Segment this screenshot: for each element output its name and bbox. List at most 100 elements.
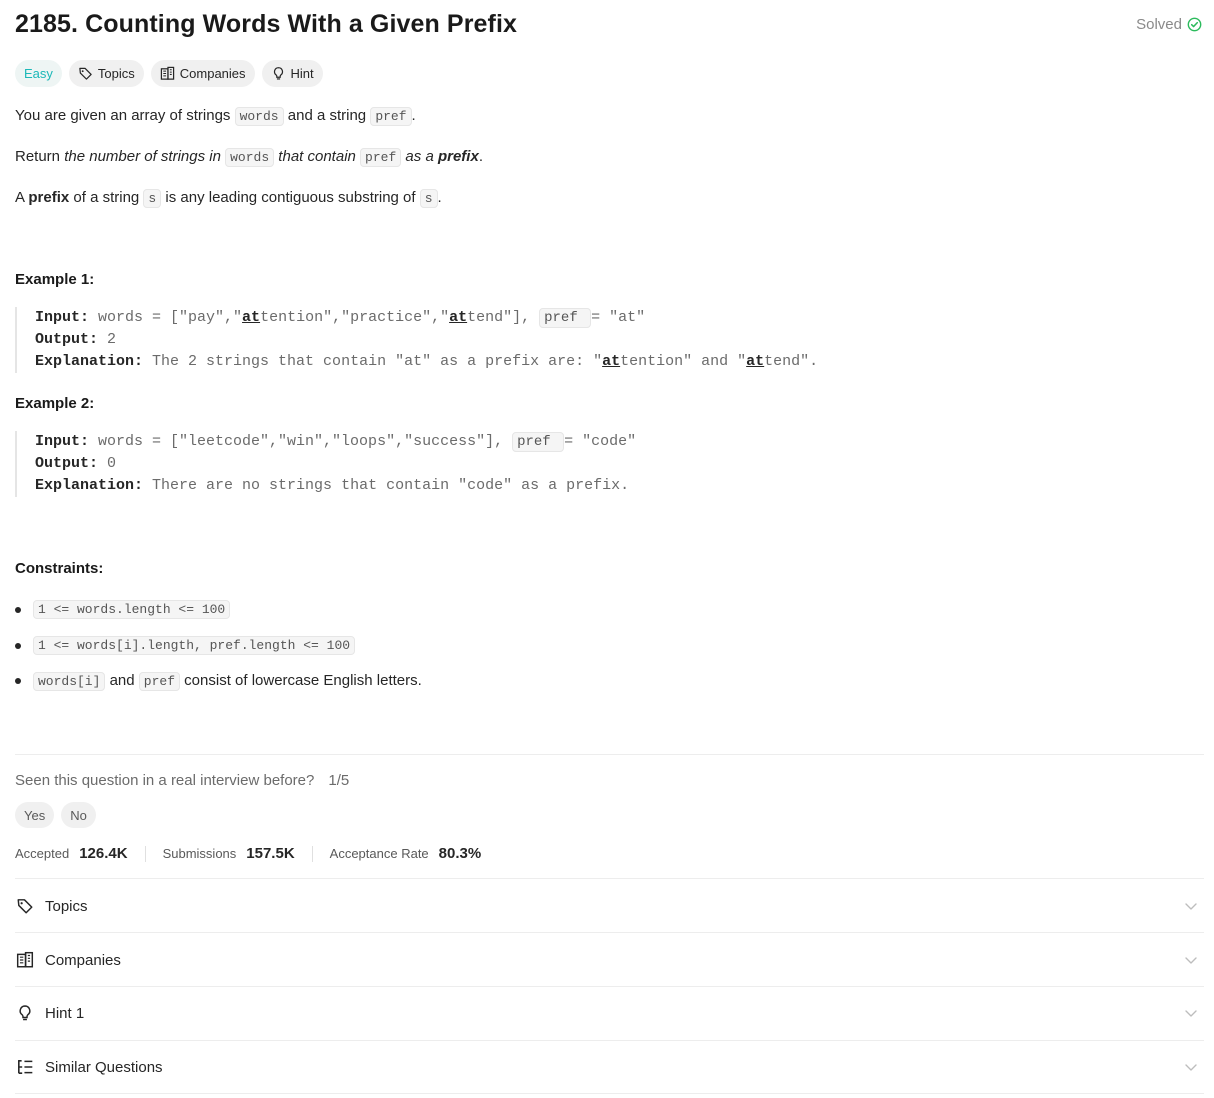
accordion-hint-1-label: Hint 1 <box>45 1004 85 1022</box>
interview-question-text: Seen this question in a real interview b… <box>15 772 315 789</box>
accordion-companies[interactable]: Companies <box>15 934 1204 986</box>
text: as a <box>401 148 438 165</box>
lightbulb-icon <box>273 67 283 80</box>
inline-code: pref <box>539 308 592 328</box>
text: at <box>242 309 261 326</box>
text: words = ["pay"," <box>89 309 243 326</box>
description-paragraph-3: A prefix of a string s is any leading co… <box>15 189 442 208</box>
text: the number of strings in <box>64 148 226 165</box>
description-paragraph-1: You are given an array of strings words … <box>15 107 416 126</box>
label: Explanation: <box>35 477 144 494</box>
constraints-heading: Constraints: <box>15 560 104 577</box>
inline-code: words <box>225 148 275 167</box>
yes-button[interactable]: Yes <box>15 802 55 828</box>
divider <box>15 1093 1204 1094</box>
inline-code: s <box>143 189 162 208</box>
constraint-item: 1 <= words.length <= 100 <box>15 600 231 619</box>
example-1-output: Output: 2 <box>35 329 818 351</box>
text: prefix <box>28 189 70 206</box>
text: You are given an array of strings <box>15 107 235 124</box>
example-1-block: Input: words = ["pay","attention","pract… <box>15 307 818 373</box>
bullet <box>15 642 21 649</box>
constraint-text: words[i] and pref consist of lowercase E… <box>33 672 422 691</box>
accordion-topics[interactable]: Topics <box>15 880 1204 932</box>
tag-row: Easy Topics Companies Hint <box>15 60 323 87</box>
text: 0 <box>98 455 117 472</box>
tag-icon <box>15 896 35 916</box>
label: Input: <box>35 433 90 450</box>
interview-question: Seen this question in a real interview b… <box>15 772 349 789</box>
topics-tag-label: Topics <box>97 66 135 81</box>
chevron-down-icon <box>1185 903 1197 910</box>
label: Explanation: <box>35 353 144 370</box>
example-1-input: Input: words = ["pay","attention","pract… <box>35 307 818 329</box>
text: tend". <box>764 353 819 370</box>
text: A <box>15 189 29 206</box>
accordion-similar-questions-label: Similar Questions <box>45 1058 163 1076</box>
stats-separator <box>144 845 146 862</box>
inline-code: pref <box>360 148 402 167</box>
label: Input: <box>35 309 90 326</box>
text: and a string <box>283 107 371 124</box>
text: . <box>411 107 416 124</box>
text: is any leading contiguous substring of <box>161 189 420 206</box>
text: 2 <box>98 331 117 348</box>
problem-title: 2185. Counting Words With a Given Prefix <box>15 10 518 38</box>
text: The 2 strings that contain "at" as a pre… <box>143 353 603 370</box>
accepted-value: 126.4K <box>79 845 128 862</box>
interview-answer-buttons: Yes No <box>15 802 96 828</box>
hint-tag-label: Hint <box>290 66 314 81</box>
inline-code: pref <box>512 432 565 452</box>
text: of a string <box>69 189 144 206</box>
stats-separator <box>311 845 313 862</box>
chevron-down-icon <box>1185 1010 1197 1017</box>
text: consist of lowercase English letters. <box>180 672 422 689</box>
constraint-item: 1 <= words[i].length, pref.length <= 100 <box>15 636 356 655</box>
stats-row: Accepted 126.4K Submissions 157.5K Accep… <box>15 845 481 862</box>
topics-tag-button[interactable]: Topics <box>68 60 144 87</box>
example-2-output: Output: 0 <box>35 453 636 475</box>
building-icon <box>15 950 35 970</box>
companies-tag-label: Companies <box>179 66 246 81</box>
bullet <box>15 606 21 613</box>
example-2-heading: Example 2: <box>15 395 95 412</box>
inline-code: 1 <= words[i].length, pref.length <= 100 <box>33 636 356 655</box>
text: tention","practice"," <box>260 309 450 326</box>
text: There are no strings that contain "code"… <box>143 477 630 494</box>
submissions-value: 157.5K <box>246 845 295 862</box>
text: = "at" <box>591 309 646 326</box>
inline-code: pref <box>138 672 181 691</box>
text: Return <box>15 148 65 165</box>
inline-code: words[i] <box>33 672 106 691</box>
interview-ratio: 1/5 <box>328 772 350 789</box>
solved-label: Solved <box>1136 16 1182 33</box>
accepted-label: Accepted <box>15 846 70 861</box>
chevron-down-icon <box>1185 1064 1197 1071</box>
text: and <box>105 672 139 689</box>
accordion-similar-questions[interactable]: Similar Questions <box>15 1041 1204 1093</box>
no-button[interactable]: No <box>61 802 96 828</box>
example-1-explanation: Explanation: The 2 strings that contain … <box>35 351 818 373</box>
inline-code: s <box>419 189 438 208</box>
divider <box>15 878 1204 879</box>
lightbulb-icon <box>15 1003 35 1023</box>
bullet <box>15 677 21 684</box>
inline-code: pref <box>370 107 412 126</box>
tag-icon <box>79 67 92 80</box>
text: prefix <box>437 148 479 165</box>
text: words = ["leetcode","win","loops","succe… <box>89 433 513 450</box>
text: = "code" <box>564 433 637 450</box>
submissions-label: Submissions <box>162 846 237 861</box>
label: Output: <box>35 455 99 472</box>
acceptance-rate-value: 80.3% <box>438 845 482 862</box>
text: . <box>478 148 483 165</box>
companies-tag-button[interactable]: Companies <box>150 60 255 87</box>
divider <box>15 754 1204 755</box>
difficulty-badge[interactable]: Easy <box>15 60 62 87</box>
chevron-down-icon <box>1185 957 1197 964</box>
accordion-hint-1[interactable]: Hint 1 <box>15 987 1204 1039</box>
text: at <box>449 309 468 326</box>
hint-tag-button[interactable]: Hint <box>261 60 323 87</box>
building-icon <box>160 66 174 80</box>
example-1-heading: Example 1: <box>15 271 95 288</box>
